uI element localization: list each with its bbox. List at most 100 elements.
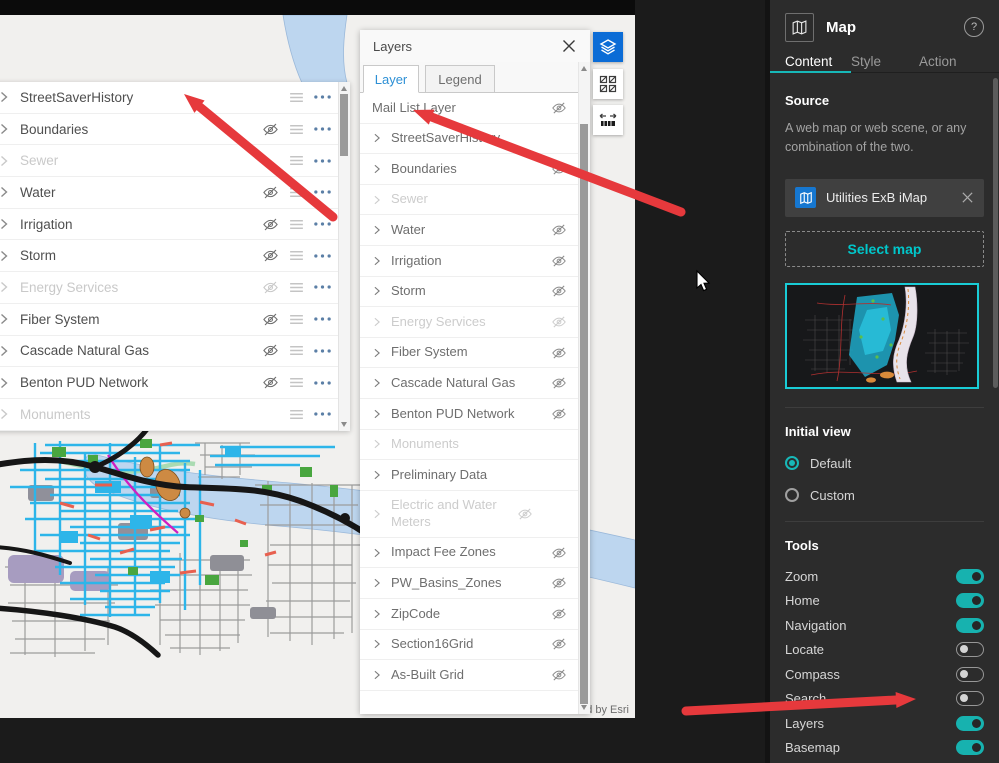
layer-row-streetsaverhistory[interactable]: StreetSaverHistory: [0, 82, 339, 114]
visibility-off-icon[interactable]: [257, 374, 283, 392]
chevron-right-icon[interactable]: [0, 313, 10, 325]
selected-map-chip[interactable]: Utilities ExB iMap: [785, 178, 984, 217]
layers-panel-row-cascade-natural-gas[interactable]: Cascade Natural Gas: [360, 368, 579, 399]
options-ellipsis-icon[interactable]: [309, 278, 335, 296]
scroll-down-icon[interactable]: [581, 705, 587, 710]
chevron-right-icon[interactable]: [372, 317, 382, 327]
visibility-off-icon[interactable]: [257, 310, 283, 328]
toggle-zoom[interactable]: [956, 568, 984, 584]
layer-row-sewer[interactable]: Sewer: [0, 145, 339, 178]
chevron-right-icon[interactable]: [372, 639, 382, 649]
chevron-right-icon[interactable]: [372, 225, 382, 235]
chevron-right-icon[interactable]: [0, 250, 10, 262]
toggle-home[interactable]: [956, 593, 984, 608]
options-ellipsis-icon[interactable]: [309, 215, 335, 233]
visibility-off-icon[interactable]: [547, 283, 567, 299]
layers-panel-row-irrigation[interactable]: Irrigation: [360, 246, 579, 277]
layers-scrollbar-thumb[interactable]: [580, 124, 588, 704]
tab-action[interactable]: Action: [919, 54, 979, 72]
layers-panel-row-mail-list-layer[interactable]: Mail List Layer: [360, 93, 579, 124]
chevron-right-icon[interactable]: [372, 133, 382, 143]
chevron-right-icon[interactable]: [0, 218, 10, 230]
options-ellipsis-icon[interactable]: [309, 374, 335, 392]
layer-row-boundaries[interactable]: Boundaries: [0, 113, 339, 146]
scroll-up-icon[interactable]: [341, 86, 347, 91]
chevron-right-icon[interactable]: [0, 91, 10, 103]
chevron-right-icon[interactable]: [0, 345, 10, 357]
layers-panel-row-impact-fee-zones[interactable]: Impact Fee Zones: [360, 538, 579, 569]
drag-handle-icon[interactable]: [283, 310, 309, 328]
chevron-right-icon[interactable]: [372, 195, 382, 205]
layers-panel-row-water[interactable]: Water: [360, 215, 579, 246]
layers-panel-row-energy-services[interactable]: Energy Services: [360, 307, 579, 338]
visibility-off-icon[interactable]: [547, 314, 567, 330]
drag-handle-icon[interactable]: [283, 120, 309, 138]
chevron-right-icon[interactable]: [0, 155, 10, 167]
left-scrollbar-thumb[interactable]: [340, 94, 348, 156]
visibility-off-icon[interactable]: [547, 606, 567, 622]
visibility-off-icon[interactable]: [547, 345, 567, 361]
layers-panel-row-section16grid[interactable]: Section16Grid: [360, 630, 579, 661]
basemap-tool-button[interactable]: [593, 69, 623, 99]
options-ellipsis-icon[interactable]: [309, 342, 335, 360]
visibility-off-icon[interactable]: [547, 100, 567, 116]
chevron-right-icon[interactable]: [372, 470, 382, 480]
drag-handle-icon[interactable]: [283, 215, 309, 233]
layer-row-energy-services[interactable]: Energy Services: [0, 272, 339, 304]
left-panel-scrollbar[interactable]: [338, 82, 350, 431]
visibility-off-icon[interactable]: [547, 253, 567, 269]
chevron-right-icon[interactable]: [0, 186, 10, 198]
visibility-off-icon[interactable]: [547, 575, 567, 591]
layers-panel-row-monuments[interactable]: Monuments: [360, 430, 579, 461]
toggle-navigation[interactable]: [956, 617, 984, 633]
options-ellipsis-icon[interactable]: [309, 310, 335, 328]
options-ellipsis-icon[interactable]: [309, 247, 335, 265]
layer-row-cascade-natural-gas[interactable]: Cascade Natural Gas: [0, 335, 339, 368]
chevron-right-icon[interactable]: [372, 378, 382, 388]
scroll-up-icon[interactable]: [581, 66, 587, 71]
layers-panel-row-preliminary-data[interactable]: Preliminary Data: [360, 460, 579, 491]
chevron-right-icon[interactable]: [0, 281, 10, 293]
close-icon[interactable]: [561, 38, 577, 54]
chevron-right-icon[interactable]: [372, 548, 382, 558]
layers-panel-row-zipcode[interactable]: ZipCode: [360, 599, 579, 630]
layers-panel-row-sewer[interactable]: Sewer: [360, 185, 579, 216]
visibility-off-icon[interactable]: [257, 215, 283, 233]
drag-handle-icon[interactable]: [283, 183, 309, 201]
tab-legend[interactable]: Legend: [425, 65, 495, 93]
layer-row-irrigation[interactable]: Irrigation: [0, 208, 339, 241]
layer-row-benton-pud-network[interactable]: Benton PUD Network: [0, 367, 339, 399]
visibility-off-icon[interactable]: [257, 247, 283, 265]
tab-content[interactable]: Content: [770, 54, 851, 73]
layer-row-storm[interactable]: Storm: [0, 240, 339, 273]
scroll-down-icon[interactable]: [341, 422, 347, 427]
visibility-off-icon[interactable]: [547, 161, 567, 177]
chevron-right-icon[interactable]: [372, 578, 382, 588]
chevron-right-icon[interactable]: [372, 439, 382, 449]
toggle-layers[interactable]: [956, 715, 984, 731]
chevron-right-icon[interactable]: [372, 609, 382, 619]
chevron-right-icon[interactable]: [372, 348, 382, 358]
visibility-off-icon[interactable]: [547, 406, 567, 422]
layers-panel-row-streetsaverhistory[interactable]: StreetSaverHistory: [360, 124, 579, 155]
layer-row-fiber-system[interactable]: Fiber System: [0, 303, 339, 336]
drag-handle-icon[interactable]: [283, 374, 309, 392]
options-ellipsis-icon[interactable]: [309, 183, 335, 201]
toggle-search[interactable]: [956, 691, 984, 706]
remove-map-icon[interactable]: [961, 191, 974, 204]
visibility-off-icon[interactable]: [257, 183, 283, 201]
visibility-off-icon[interactable]: [257, 278, 283, 296]
toggle-locate[interactable]: [956, 642, 984, 657]
chevron-right-icon[interactable]: [0, 377, 10, 389]
chevron-right-icon[interactable]: [0, 408, 10, 420]
options-ellipsis-icon[interactable]: [309, 120, 335, 138]
chevron-right-icon[interactable]: [372, 670, 382, 680]
radio-unselected-icon[interactable]: [785, 488, 799, 503]
chevron-right-icon[interactable]: [372, 509, 382, 519]
visibility-off-icon[interactable]: [513, 506, 533, 522]
visibility-off-icon[interactable]: [547, 375, 567, 391]
radio-selected-icon[interactable]: [785, 456, 799, 471]
help-icon[interactable]: ?: [964, 17, 984, 37]
visibility-off-icon[interactable]: [547, 636, 567, 652]
drag-handle-icon[interactable]: [283, 405, 309, 423]
